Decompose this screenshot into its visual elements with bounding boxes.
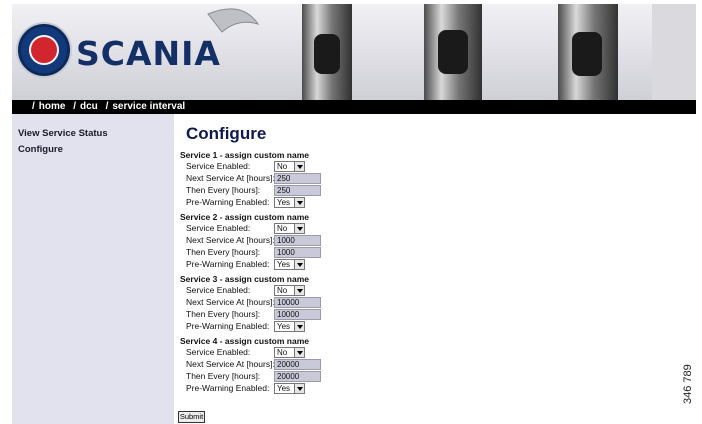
- service-2-heading: Service 2 - assign custom name: [180, 212, 309, 222]
- chevron-down-icon: [294, 286, 304, 295]
- service-1-next-input[interactable]: 250: [274, 173, 321, 184]
- service-4-prewarning-select[interactable]: Yes: [274, 383, 305, 394]
- service-3-every-input[interactable]: 10000: [274, 309, 321, 320]
- service-3-prewarning-select[interactable]: Yes: [274, 321, 305, 332]
- pre-warning-label: Pre-Warning Enabled:: [186, 197, 270, 207]
- then-every-label: Then Every [hours]:: [186, 247, 261, 257]
- then-every-label: Then Every [hours]:: [186, 185, 261, 195]
- next-service-label: Next Service At [hours]:: [186, 235, 275, 245]
- service-4-every-input[interactable]: 20000: [274, 371, 321, 382]
- service-3-heading: Service 3 - assign custom name: [180, 274, 309, 284]
- service-1-enabled-select[interactable]: No: [274, 161, 305, 172]
- service-3-next-input[interactable]: 10000: [274, 297, 321, 308]
- next-service-label: Next Service At [hours]:: [186, 173, 275, 183]
- service-config-form: Service 1 - assign custom name Service E…: [180, 149, 500, 394]
- chevron-down-icon: [294, 384, 304, 393]
- service-1-prewarning-select[interactable]: Yes: [274, 197, 305, 208]
- service-enabled-label: Service Enabled:: [186, 223, 251, 233]
- service-4-enabled-select[interactable]: No: [274, 347, 305, 358]
- breadcrumb-home[interactable]: home: [39, 101, 66, 112]
- decorative-chain-image: [207, 4, 696, 100]
- then-every-label: Then Every [hours]:: [186, 309, 261, 319]
- figure-id: 346 789: [682, 364, 694, 404]
- service-1-every-input[interactable]: 250: [274, 185, 321, 196]
- page: SCANIA / home / dcu / service interval V…: [12, 4, 696, 424]
- sidebar-item-configure[interactable]: Configure: [12, 143, 174, 157]
- page-title: Configure: [186, 124, 267, 143]
- service-enabled-label: Service Enabled:: [186, 161, 251, 171]
- service-4-heading: Service 4 - assign custom name: [180, 336, 309, 346]
- chevron-down-icon: [294, 322, 304, 331]
- main-content: Configure Service 1 - assign custom name…: [178, 114, 696, 424]
- service-1-heading: Service 1 - assign custom name: [180, 150, 309, 160]
- breadcrumb: / home / dcu / service interval: [12, 100, 696, 114]
- service-2-next-input[interactable]: 1000: [274, 235, 321, 246]
- next-service-label: Next Service At [hours]:: [186, 359, 275, 369]
- service-4-next-input[interactable]: 20000: [274, 359, 321, 370]
- breadcrumb-dcu[interactable]: dcu: [80, 101, 98, 112]
- next-service-label: Next Service At [hours]:: [186, 297, 275, 307]
- chevron-down-icon: [294, 348, 304, 357]
- service-enabled-label: Service Enabled:: [186, 347, 251, 357]
- sidebar-item-view-service-status[interactable]: View Service Status: [12, 127, 174, 141]
- pre-warning-label: Pre-Warning Enabled:: [186, 383, 270, 393]
- service-2-enabled-select[interactable]: No: [274, 223, 305, 234]
- chevron-down-icon: [294, 198, 304, 207]
- service-2-every-input[interactable]: 1000: [274, 247, 321, 258]
- chevron-down-icon: [294, 162, 304, 171]
- service-3-enabled-select[interactable]: No: [274, 285, 305, 296]
- service-2-prewarning-select[interactable]: Yes: [274, 259, 305, 270]
- header-banner: SCANIA: [12, 4, 696, 100]
- breadcrumb-service-interval[interactable]: service interval: [112, 101, 185, 112]
- then-every-label: Then Every [hours]:: [186, 371, 261, 381]
- submit-button[interactable]: Submit: [178, 411, 205, 423]
- chevron-down-icon: [294, 260, 304, 269]
- sidebar: View Service Status Configure: [12, 114, 174, 424]
- pre-warning-label: Pre-Warning Enabled:: [186, 321, 270, 331]
- service-enabled-label: Service Enabled:: [186, 285, 251, 295]
- chevron-down-icon: [294, 224, 304, 233]
- pre-warning-label: Pre-Warning Enabled:: [186, 259, 270, 269]
